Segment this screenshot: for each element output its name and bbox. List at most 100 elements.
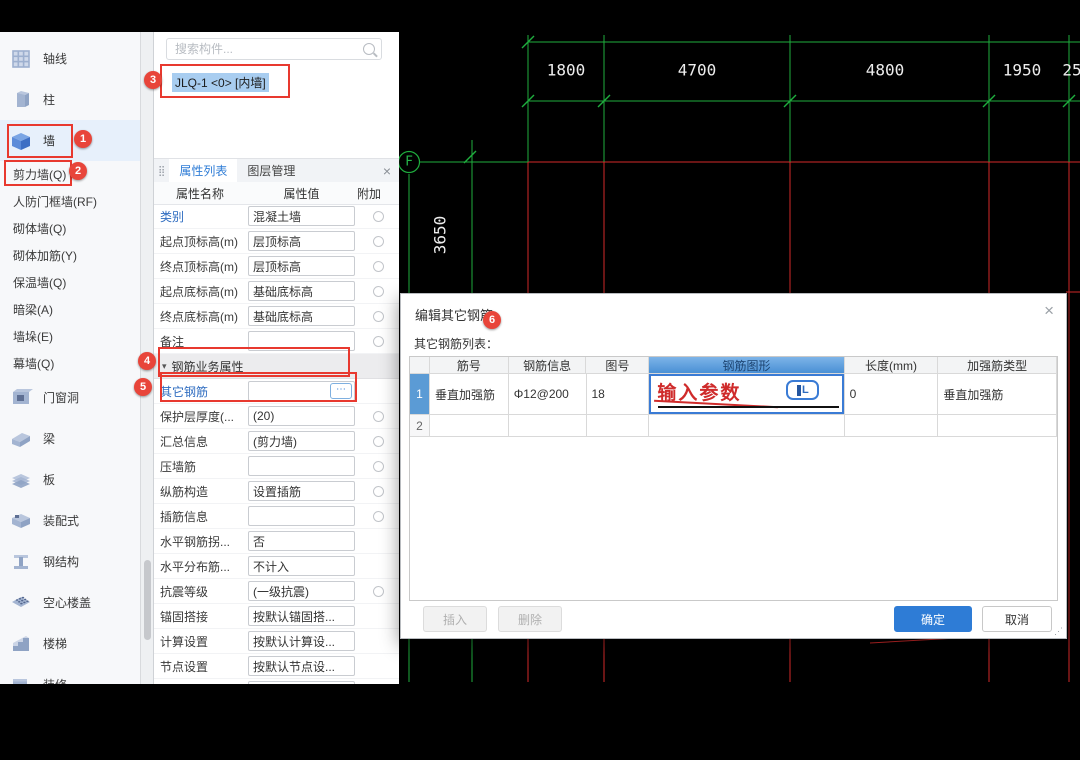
- ok-button[interactable]: 确定: [894, 606, 972, 632]
- property-value-field[interactable]: (剪力墙): [248, 431, 355, 451]
- attach-toggle[interactable]: [373, 336, 384, 347]
- strengthen-type-cell[interactable]: 垂直加强筋: [938, 374, 1057, 415]
- rebar-shape-cell[interactable]: 输入参数L: [649, 374, 844, 415]
- sidebar-item-door-window[interactable]: 门窗洞: [0, 377, 140, 418]
- sidebar-item-sub-4[interactable]: 人防门框墙(RF): [0, 188, 140, 215]
- attach-toggle[interactable]: [373, 486, 384, 497]
- sidebar-item-axis-grid[interactable]: 轴线: [0, 38, 140, 79]
- sidebar-item-sub-6[interactable]: 砌体加筋(Y): [0, 242, 140, 269]
- sidebar-item-sub-5[interactable]: 砌体墙(Q): [0, 215, 140, 242]
- component-list-item[interactable]: JLQ-1 <0> [内墙]: [172, 72, 269, 92]
- resize-grip-icon[interactable]: ⋰: [1054, 627, 1063, 636]
- length-cell[interactable]: [845, 415, 939, 437]
- property-value-field[interactable]: (20): [248, 406, 355, 426]
- cancel-button[interactable]: 取消: [982, 606, 1052, 632]
- door-window-icon: [9, 386, 33, 410]
- sidebar-item-beam[interactable]: 梁: [0, 418, 140, 459]
- property-value-field[interactable]: ⋯: [248, 381, 355, 401]
- attach-toggle[interactable]: [373, 261, 384, 272]
- attach-toggle[interactable]: [373, 586, 384, 597]
- attach-toggle[interactable]: [373, 311, 384, 322]
- more-options-button[interactable]: ⋯: [330, 383, 352, 399]
- sidebar-scrollbar-thumb[interactable]: [144, 560, 151, 640]
- beam-icon: [9, 427, 33, 451]
- dimension-label: 4700: [678, 61, 717, 80]
- property-value-field[interactable]: [248, 506, 355, 526]
- property-value-field[interactable]: 按默认节点设...: [248, 656, 355, 676]
- bar-info-cell[interactable]: [509, 415, 587, 437]
- sidebar-item-column[interactable]: 柱: [0, 79, 140, 120]
- step-badge-1: 1: [74, 130, 92, 148]
- steel-icon: [9, 550, 33, 574]
- property-value-field[interactable]: 按默认搭接设...: [248, 681, 355, 684]
- property-value-field[interactable]: [248, 331, 355, 351]
- sidebar-item-sub-10[interactable]: 幕墙(Q): [0, 350, 140, 377]
- sidebar-item-steel[interactable]: 钢结构: [0, 541, 140, 582]
- panel-close-icon[interactable]: ×: [383, 163, 391, 179]
- attach-toggle[interactable]: [373, 511, 384, 522]
- drag-handle-icon[interactable]: ⣿: [158, 166, 163, 177]
- row-number-cell[interactable]: 1: [410, 374, 430, 415]
- property-value-field[interactable]: 按默认计算设...: [248, 631, 355, 651]
- tab-layer-management[interactable]: 图层管理: [237, 159, 305, 183]
- property-value-field[interactable]: 层顶标高: [248, 256, 355, 276]
- rebar-column-header[interactable]: 图号: [586, 357, 649, 374]
- attach-toggle[interactable]: [373, 211, 384, 222]
- attach-toggle[interactable]: [373, 286, 384, 297]
- length-parameter-input[interactable]: L: [786, 380, 819, 400]
- property-value-field[interactable]: (一级抗震): [248, 581, 355, 601]
- figure-no-cell[interactable]: [587, 415, 650, 437]
- rebar-column-header[interactable]: 钢筋图形: [649, 357, 844, 374]
- dialog-close-icon[interactable]: ×: [1044, 302, 1054, 319]
- property-value-field[interactable]: 否: [248, 531, 355, 551]
- bar-id-cell[interactable]: [430, 415, 509, 437]
- sidebar-item-sub-7[interactable]: 保温墙(Q): [0, 269, 140, 296]
- property-name: 压墙筋: [154, 458, 246, 475]
- sidebar-item-slab[interactable]: 板: [0, 459, 140, 500]
- delete-button[interactable]: 删除: [498, 606, 562, 632]
- insert-button[interactable]: 插入: [423, 606, 487, 632]
- bar-info-cell[interactable]: Φ12@200: [509, 374, 587, 415]
- rebar-column-header[interactable]: 钢筋信息: [509, 357, 587, 374]
- rebar-column-header[interactable]: 加强筋类型: [938, 357, 1057, 374]
- attach-toggle[interactable]: [373, 411, 384, 422]
- attach-toggle[interactable]: [373, 236, 384, 247]
- sidebar-item-prefab[interactable]: 装配式: [0, 500, 140, 541]
- tab-property-list[interactable]: 属性列表: [169, 159, 237, 183]
- property-value-field[interactable]: 设置插筋: [248, 481, 355, 501]
- attach-toggle[interactable]: [373, 461, 384, 472]
- property-group-row[interactable]: ▾钢筋业务属性: [154, 354, 399, 379]
- sidebar-item-sub-9[interactable]: 墙垛(E): [0, 323, 140, 350]
- sidebar-item-wall[interactable]: 墙: [0, 120, 140, 161]
- wall-icon: [9, 129, 33, 153]
- property-name: 终点底标高(m): [154, 308, 246, 325]
- property-value-field[interactable]: 层顶标高: [248, 231, 355, 251]
- sidebar-item-label: 空心楼盖: [43, 594, 91, 611]
- property-value-field[interactable]: 基础底标高: [248, 281, 355, 301]
- sidebar-item-stairs[interactable]: 楼梯: [0, 623, 140, 664]
- strengthen-type-cell[interactable]: [938, 415, 1057, 437]
- attach-toggle[interactable]: [373, 436, 384, 447]
- rebar-shape-cell[interactable]: [649, 415, 844, 437]
- sidebar-item-sub-8[interactable]: 暗梁(A): [0, 296, 140, 323]
- figure-no-cell[interactable]: 18: [587, 374, 650, 415]
- property-name: 计算设置: [154, 633, 246, 650]
- component-search-box[interactable]: [166, 38, 382, 60]
- rebar-column-header[interactable]: 筋号: [430, 357, 509, 374]
- rebar-table-row: 2: [410, 415, 1057, 437]
- sidebar-item-hollow-floor[interactable]: 空心楼盖: [0, 582, 140, 623]
- row-number-cell[interactable]: 2: [410, 415, 430, 437]
- search-input[interactable]: [173, 41, 363, 57]
- edit-other-rebar-dialog: 编辑其它钢筋 × 其它钢筋列表： 筋号钢筋信息图号钢筋图形长度(mm)加强筋类型…: [400, 293, 1067, 639]
- rebar-column-header[interactable]: 长度(mm): [845, 357, 939, 374]
- property-value-field[interactable]: [248, 456, 355, 476]
- property-name: 保护层厚度(...: [154, 408, 246, 425]
- property-value-field[interactable]: 按默认锚固搭...: [248, 606, 355, 626]
- sidebar-item-label: 板: [43, 471, 55, 488]
- bar-id-cell[interactable]: 垂直加强筋: [430, 374, 509, 415]
- sidebar-item-finish[interactable]: 装修: [0, 664, 140, 684]
- property-value-field[interactable]: 基础底标高: [248, 306, 355, 326]
- length-cell[interactable]: 0: [845, 374, 939, 415]
- property-value-field[interactable]: 不计入: [248, 556, 355, 576]
- property-value-field[interactable]: 混凝土墙: [248, 206, 355, 226]
